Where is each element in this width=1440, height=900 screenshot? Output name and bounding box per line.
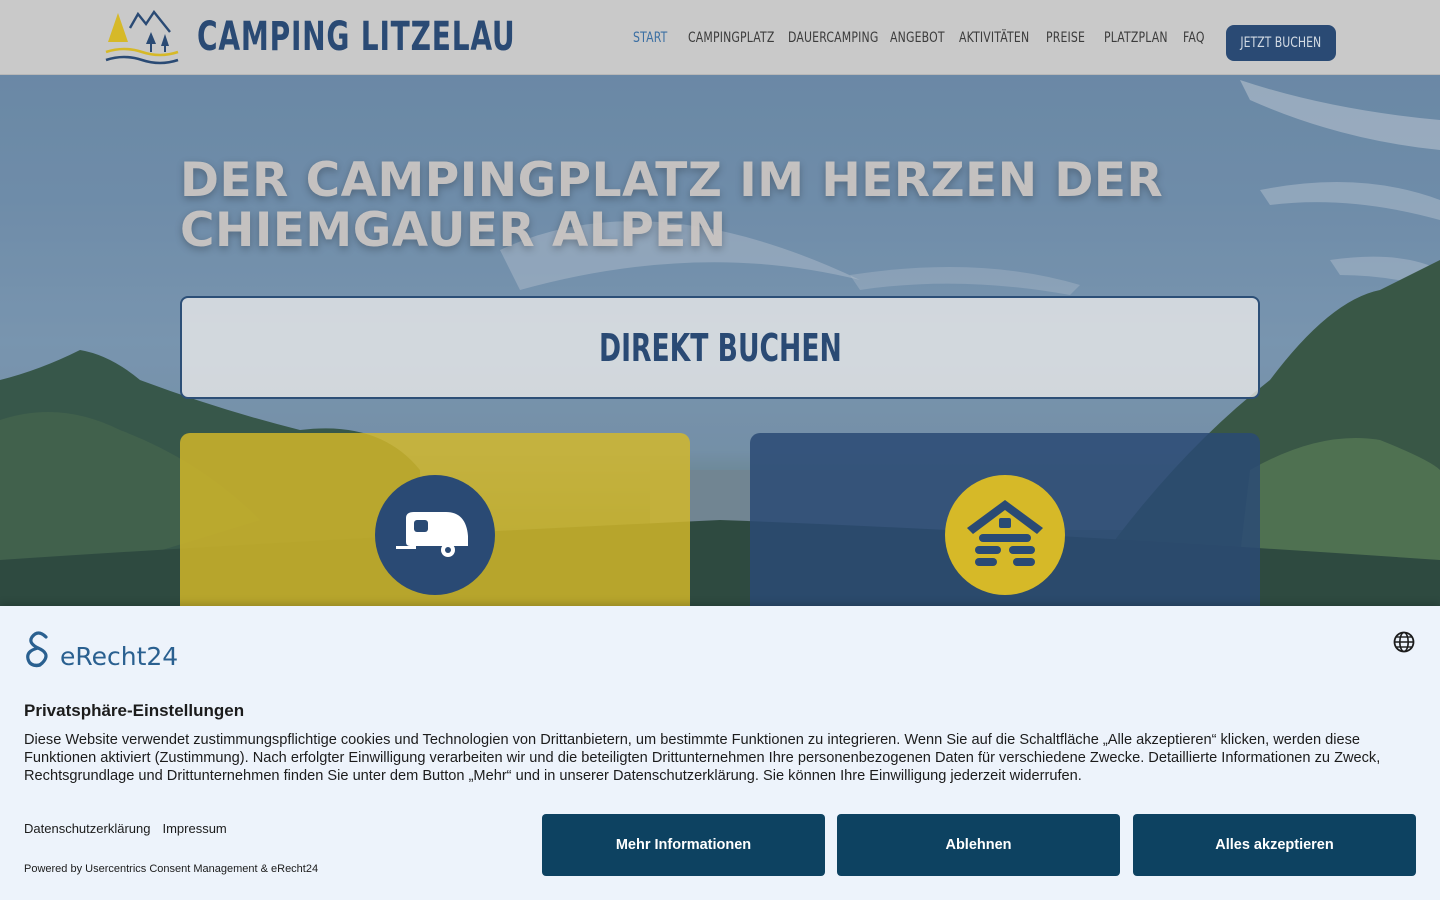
tile-camping[interactable]: [180, 433, 690, 633]
site-header: CAMPING LITZELAU START CAMPINGPLATZ DAUE…: [0, 0, 1440, 75]
privacy-policy-link[interactable]: Datenschutzerklärung: [24, 821, 150, 836]
erecht24-logo-text: eRecht24: [60, 642, 179, 671]
nav-item-start[interactable]: START: [633, 30, 667, 46]
caravan-icon: [396, 512, 468, 557]
hero-title: DER CAMPINGPLATZ IM HERZEN DER CHIEMGAUE…: [180, 156, 1180, 256]
book-now-label: JETZT BUCHEN: [1240, 35, 1322, 51]
consent-title: Privatsphäre-Einstellungen: [24, 701, 245, 720]
tile-camping-circle: [375, 475, 495, 595]
decline-button[interactable]: Ablehnen: [837, 814, 1120, 876]
consent-description: Diese Website verwendet zustimmungspflic…: [24, 732, 1381, 784]
hero-title-line-1: DER CAMPINGPLATZ IM HERZEN DER: [180, 153, 1164, 208]
nav-item-angebot[interactable]: ANGEBOT: [890, 30, 945, 46]
hero-title-line-2: CHIEMGAUER ALPEN: [180, 203, 727, 258]
book-now-button[interactable]: JETZT BUCHEN: [1226, 25, 1336, 61]
more-information-button[interactable]: Mehr Informationen: [542, 814, 825, 876]
nav-item-faq[interactable]: FAQ: [1183, 30, 1205, 46]
imprint-link[interactable]: Impressum: [162, 821, 226, 836]
erecht24-section-icon: [26, 631, 48, 668]
erecht24-logo: eRecht24: [24, 629, 178, 671]
direct-booking-label: DIREKT BUCHEN: [598, 325, 842, 370]
accept-all-button[interactable]: Alles akzeptieren: [1133, 814, 1416, 876]
tile-accommodation-circle: [945, 475, 1065, 595]
nav-item-dauercamping[interactable]: DAUERCAMPING: [788, 30, 878, 46]
nav-item-platzplan[interactable]: PLATZPLAN: [1104, 30, 1168, 46]
language-globe-icon[interactable]: [1393, 631, 1415, 653]
tile-accommodation[interactable]: [750, 433, 1260, 633]
log-cabin-icon: [967, 500, 1043, 566]
nav-item-preise[interactable]: PREISE: [1046, 30, 1085, 46]
nav-item-aktivitaeten[interactable]: AKTIVITÄTEN: [959, 30, 1029, 46]
powered-by-text: Powered by Usercentrics Consent Manageme…: [24, 863, 319, 875]
nav-item-campingplatz[interactable]: CAMPINGPLATZ: [688, 30, 775, 46]
direct-booking-button[interactable]: DIREKT BUCHEN: [180, 296, 1260, 399]
cookie-consent-banner: eRecht24 Privatsphäre-Einstellungen Dies…: [0, 606, 1440, 900]
camping-logo-icon[interactable]: [104, 9, 180, 66]
consent-links: Datenschutzerklärung Impressum: [24, 821, 227, 836]
brand-name[interactable]: CAMPING LITZELAU: [197, 14, 515, 60]
